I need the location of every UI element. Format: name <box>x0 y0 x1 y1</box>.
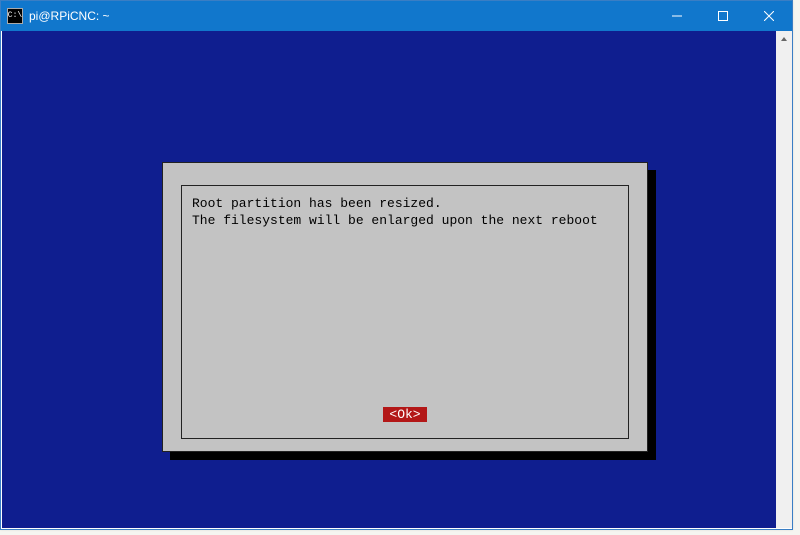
close-button[interactable] <box>746 1 792 31</box>
maximize-button[interactable] <box>700 1 746 31</box>
scrollbar-up-button[interactable] <box>776 31 792 47</box>
vertical-scrollbar[interactable] <box>776 31 792 528</box>
client-area: Root partition has been resized. The fil… <box>1 31 792 529</box>
minimize-icon <box>672 11 682 21</box>
chevron-up-icon <box>780 35 788 43</box>
window-titlebar[interactable]: C:\ pi@RPiCNC: ~ <box>1 1 792 31</box>
ok-button[interactable]: <Ok> <box>383 407 426 422</box>
cmd-icon: C:\ <box>7 8 23 24</box>
dialog-spacer <box>192 230 618 407</box>
dialog-frame: Root partition has been resized. The fil… <box>181 185 629 439</box>
terminal-viewport[interactable]: Root partition has been resized. The fil… <box>2 31 776 528</box>
message-dialog: Root partition has been resized. The fil… <box>162 162 648 452</box>
maximize-icon <box>718 11 728 21</box>
close-icon <box>764 11 774 21</box>
dialog-message-line1: Root partition has been resized. <box>192 196 618 213</box>
cmd-icon-glyph: C:\ <box>8 12 22 20</box>
window-title: pi@RPiCNC: ~ <box>29 9 110 23</box>
terminal-window: C:\ pi@RPiCNC: ~ Root partition has been… <box>0 0 793 530</box>
minimize-button[interactable] <box>654 1 700 31</box>
dialog-message-line2: The filesystem will be enlarged upon the… <box>192 213 618 230</box>
window-controls <box>654 1 792 31</box>
dialog-button-row: <Ok> <box>192 407 618 428</box>
